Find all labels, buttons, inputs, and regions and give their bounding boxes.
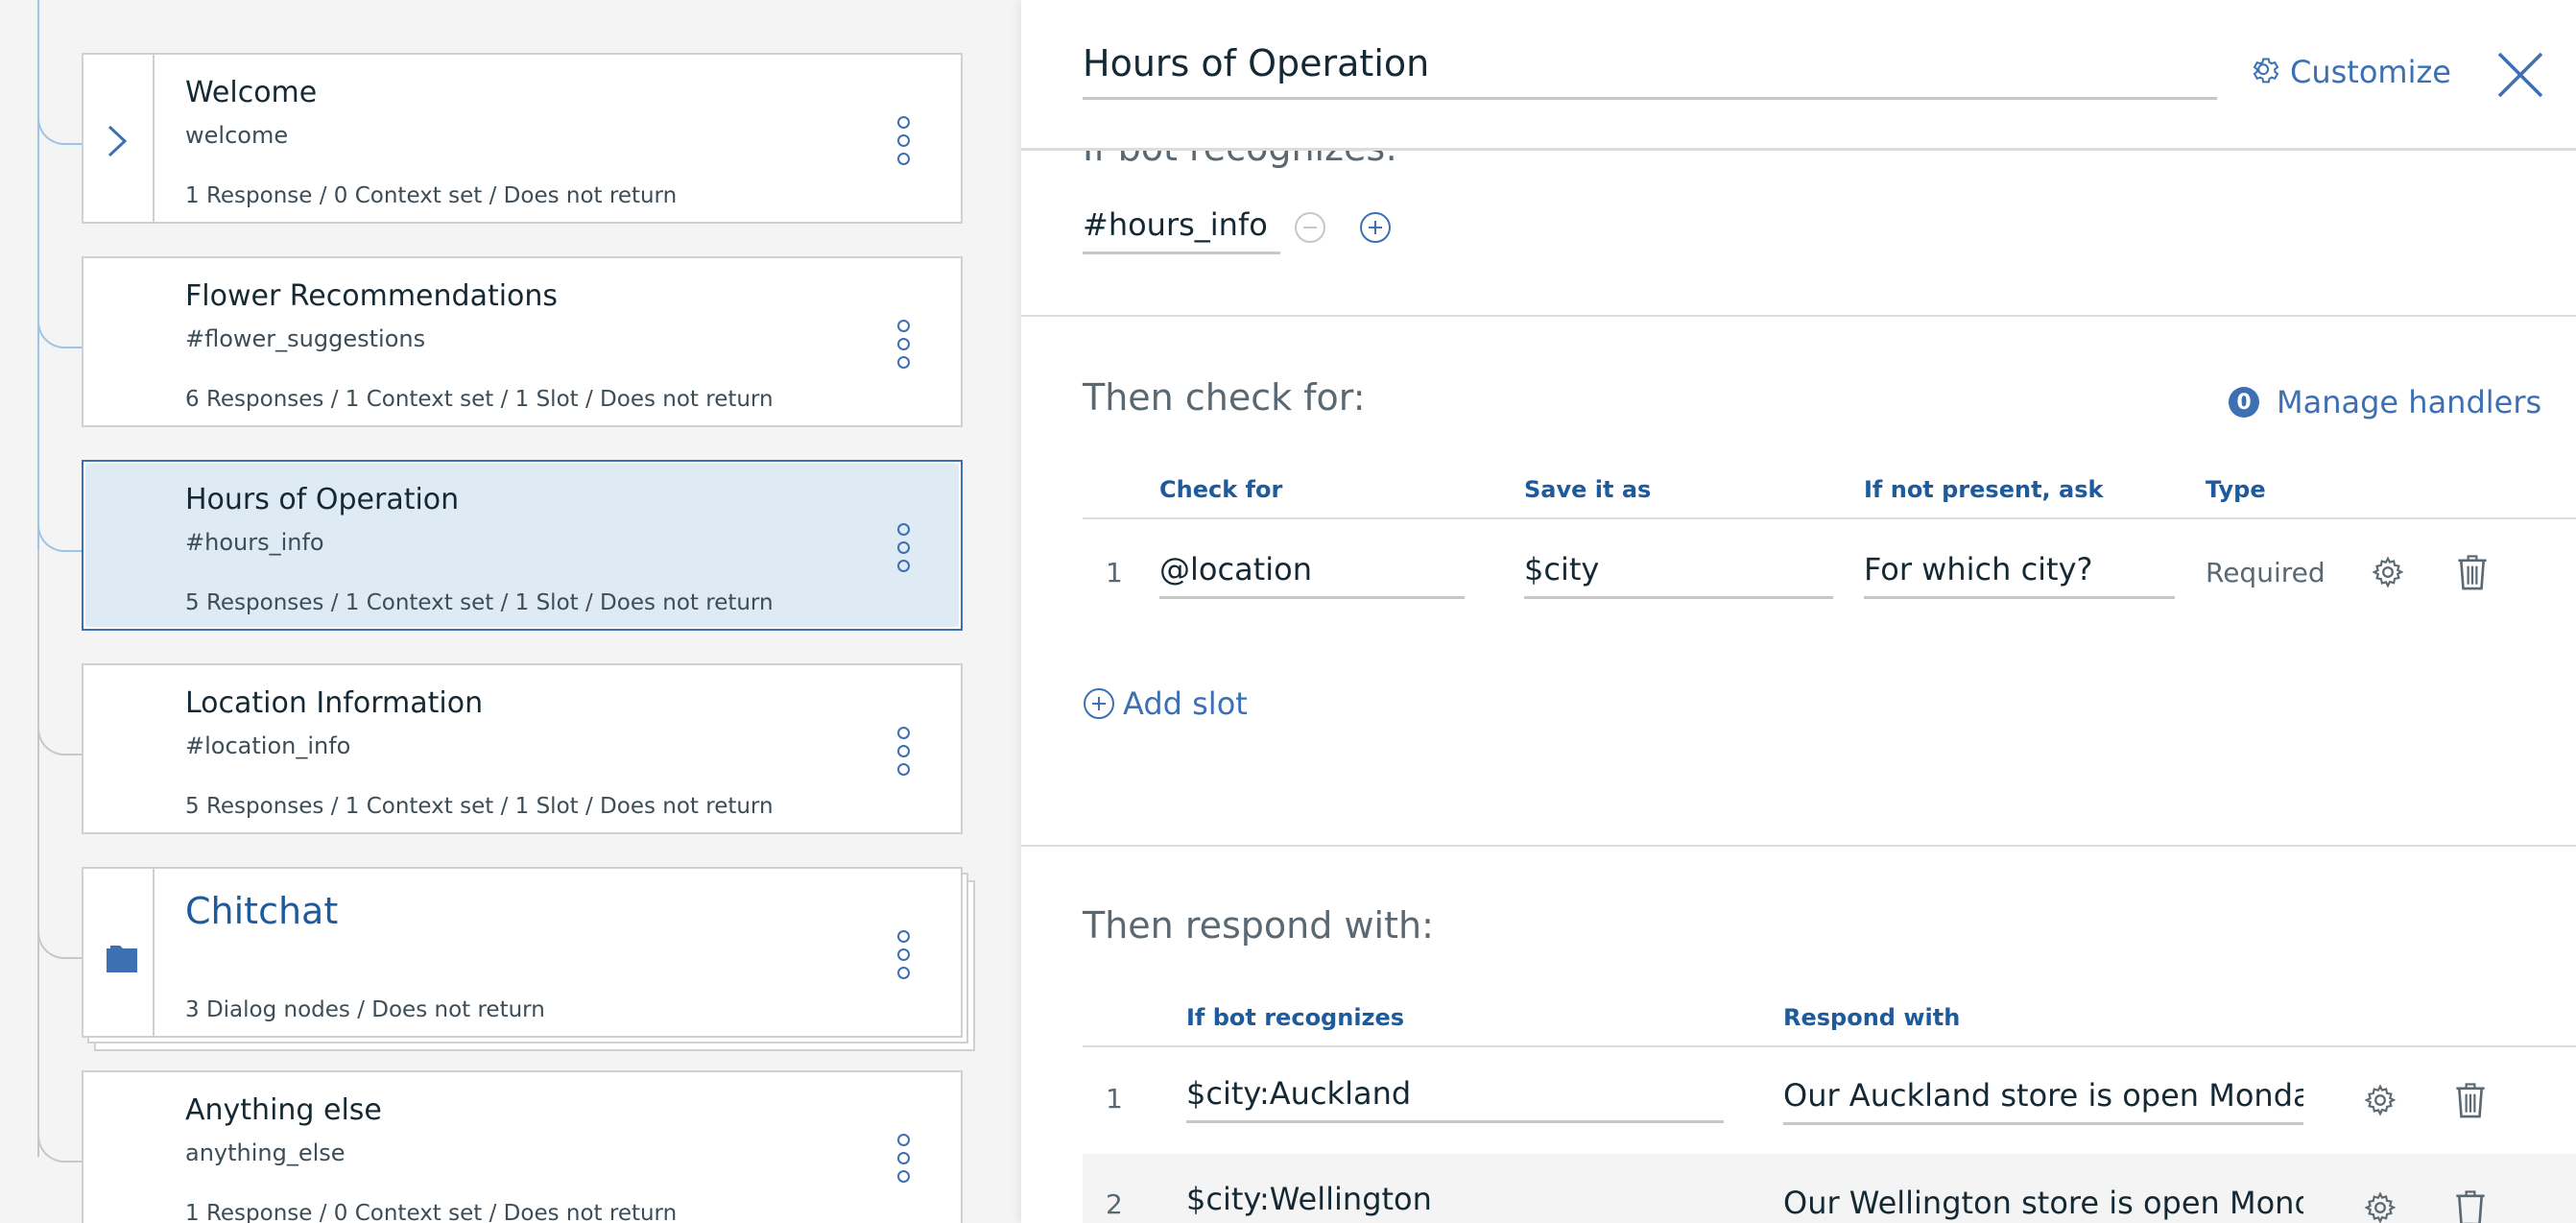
node-title: Hours of Operation xyxy=(185,483,460,516)
section-divider xyxy=(1021,315,2576,317)
dialog-node-location-information[interactable]: Location Information #location_info 5 Re… xyxy=(82,663,963,834)
add-slot-label: Add slot xyxy=(1123,685,1248,722)
add-condition-icon[interactable] xyxy=(1359,211,1392,244)
response-text-input[interactable]: Our Wellington store is open Monday to F… xyxy=(1783,1185,2303,1223)
dialog-folder-chitchat[interactable]: Chitchat 3 Dialog nodes / Does not retur… xyxy=(82,867,963,1038)
response-text-input[interactable]: Our Auckland store is open Monday to Fri… xyxy=(1783,1077,2303,1125)
node-title: Location Information xyxy=(185,686,484,720)
column-header-ask: If not present, ask xyxy=(1864,476,2104,503)
table-header-rule xyxy=(1083,517,2576,519)
dialog-node-flower-recommendations[interactable]: Flower Recommendations #flower_suggestio… xyxy=(82,256,963,427)
gear-icon xyxy=(2253,58,2279,84)
response-condition-input[interactable]: $city:Auckland xyxy=(1186,1075,1724,1123)
folder-icon-column xyxy=(83,869,155,1036)
column-header-respond-with: Respond with xyxy=(1783,1004,1961,1031)
delete-slot-trash-icon[interactable] xyxy=(2455,555,2490,591)
node-editor-panel: Hours of Operation Customize If bot reco… xyxy=(1021,0,2576,1223)
customize-label: Customize xyxy=(2290,54,2451,90)
node-summary: 5 Responses / 1 Context set / 1 Slot / D… xyxy=(185,590,774,615)
manage-handlers-link[interactable]: 0 Manage handlers xyxy=(2229,384,2541,420)
node-title: Flower Recommendations xyxy=(185,279,559,313)
tree-branch xyxy=(37,727,82,755)
tree-branch xyxy=(37,320,82,348)
node-condition: #flower_suggestions xyxy=(185,325,426,352)
response-row-number: 2 xyxy=(1106,1188,1123,1220)
column-header-type: Type xyxy=(2206,476,2266,503)
node-summary: 1 Response / 0 Context set / Does not re… xyxy=(185,1201,678,1223)
remove-condition-icon[interactable] xyxy=(1294,211,1326,244)
node-summary: 6 Responses / 1 Context set / 1 Slot / D… xyxy=(185,387,774,412)
dialog-node-welcome[interactable]: Welcome welcome 1 Response / 0 Context s… xyxy=(82,53,963,224)
customize-button[interactable]: Customize xyxy=(2250,54,2451,90)
table-header-rule xyxy=(1083,1045,2576,1047)
response-settings-gear-icon[interactable] xyxy=(2363,1083,2397,1117)
condition-input[interactable]: #hours_info xyxy=(1083,206,1280,254)
folder-title: Chitchat xyxy=(185,890,339,932)
response-settings-gear-icon[interactable] xyxy=(2363,1190,2397,1223)
tree-branch xyxy=(37,523,82,552)
node-name-input[interactable]: Hours of Operation xyxy=(1083,36,2217,100)
folder-menu-icon[interactable] xyxy=(897,930,911,980)
delete-response-trash-icon[interactable] xyxy=(2453,1190,2488,1223)
tree-trunk-line-active xyxy=(37,0,39,550)
node-menu-icon[interactable] xyxy=(897,116,911,166)
delete-response-trash-icon[interactable] xyxy=(2453,1083,2488,1119)
folder-icon xyxy=(107,946,137,972)
node-expand-column[interactable] xyxy=(83,55,155,222)
node-condition: anything_else xyxy=(185,1139,346,1166)
tree-branch xyxy=(37,116,82,145)
response-condition-input[interactable]: $city:Wellington xyxy=(1186,1181,1724,1223)
slot-row-number: 1 xyxy=(1106,557,1123,588)
slot-settings-gear-icon[interactable] xyxy=(2371,555,2405,589)
column-header-check-for: Check for xyxy=(1159,476,1283,503)
tree-branch xyxy=(37,930,82,959)
add-slot-button[interactable]: Add slot xyxy=(1083,685,1248,722)
slot-type-toggle[interactable]: Required xyxy=(2206,557,2326,588)
column-header-if-bot-recognizes: If bot recognizes xyxy=(1186,1004,1405,1031)
node-menu-icon[interactable] xyxy=(897,1134,911,1184)
manage-handlers-label: Manage handlers xyxy=(2277,384,2542,420)
node-menu-icon[interactable] xyxy=(897,320,911,370)
node-title: Anything else xyxy=(185,1093,382,1127)
node-summary: 1 Response / 0 Context set / Does not re… xyxy=(185,183,678,208)
chevron-right-icon[interactable] xyxy=(107,124,128,158)
column-header-save-as: Save it as xyxy=(1524,476,1652,503)
close-icon[interactable] xyxy=(2495,50,2545,100)
save-as-input[interactable]: $city xyxy=(1524,551,1833,599)
dialog-tree: Welcome welcome 1 Response / 0 Context s… xyxy=(0,0,1021,1223)
editor-header: Hours of Operation Customize xyxy=(1021,0,2576,151)
node-summary: 5 Responses / 1 Context set / 1 Slot / D… xyxy=(185,794,774,819)
response-row-number: 1 xyxy=(1106,1083,1123,1115)
node-condition: #hours_info xyxy=(185,529,324,556)
slots-heading: Then check for: xyxy=(1083,376,1366,419)
add-circle-icon xyxy=(1084,688,1114,719)
node-title: Welcome xyxy=(185,76,318,109)
section-divider xyxy=(1021,845,2576,847)
responses-heading: Then respond with: xyxy=(1083,904,1434,947)
dialog-node-hours-of-operation[interactable]: Hours of Operation #hours_info 5 Respons… xyxy=(82,460,963,631)
node-menu-icon[interactable] xyxy=(897,727,911,777)
node-summary: 3 Dialog nodes / Does not return xyxy=(185,997,545,1022)
prompt-input[interactable]: For which city? xyxy=(1864,551,2175,599)
node-condition: #location_info xyxy=(185,732,351,759)
node-menu-icon[interactable] xyxy=(897,523,911,573)
check-for-input[interactable]: @location xyxy=(1159,551,1465,599)
tree-branch xyxy=(37,1134,82,1163)
handlers-count-badge: 0 xyxy=(2229,387,2259,418)
node-condition: welcome xyxy=(185,122,289,149)
dialog-node-anything-else[interactable]: Anything else anything_else 1 Response /… xyxy=(82,1070,963,1223)
